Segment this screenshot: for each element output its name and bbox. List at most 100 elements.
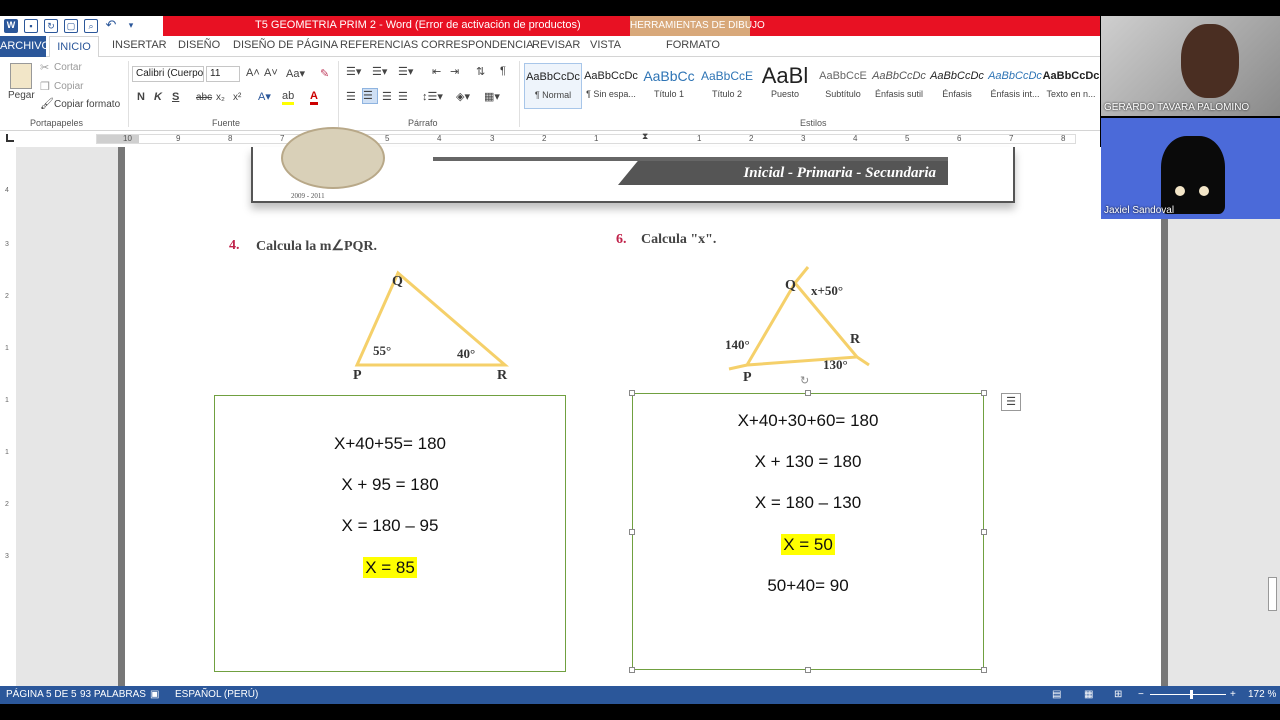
language-indicator[interactable]: ESPAÑOL (PERÚ): [175, 689, 258, 700]
tab-correspondencia[interactable]: CORRESPONDENCIA: [421, 39, 533, 51]
video-tile-participant-2[interactable]: Jaxiel Sandoval: [1101, 118, 1280, 219]
web-layout-icon[interactable]: ⊞: [1114, 689, 1122, 700]
strikethrough-button[interactable]: abc: [196, 92, 212, 103]
style-normal[interactable]: AaBbCcDc ¶ Normal: [524, 63, 582, 109]
style-puesto[interactable]: AaBl Puesto: [756, 63, 814, 109]
print-layout-icon[interactable]: ▦: [1084, 689, 1093, 700]
resize-handle[interactable]: [805, 390, 811, 396]
tab-diseno[interactable]: DISEÑO: [178, 39, 220, 51]
multilevel-list-icon[interactable]: ☰▾: [398, 65, 413, 78]
align-right-icon[interactable]: ☰: [382, 90, 392, 103]
paste-icon[interactable]: [10, 63, 32, 89]
resize-handle[interactable]: [629, 667, 635, 673]
sort-icon[interactable]: ⇅: [476, 65, 485, 78]
rotate-handle-icon[interactable]: ↻: [800, 374, 809, 387]
subscript-button[interactable]: x₂: [216, 92, 225, 103]
clear-formatting-icon[interactable]: ✎: [320, 67, 329, 80]
grow-font-icon[interactable]: A˄: [246, 67, 260, 79]
tab-insertar[interactable]: INSERTAR: [112, 39, 167, 51]
layout-options-icon[interactable]: ☰: [1001, 393, 1021, 411]
show-marks-icon[interactable]: ¶: [500, 65, 506, 77]
paste-button[interactable]: Pegar: [8, 90, 35, 101]
bullets-icon[interactable]: ☰▾: [346, 65, 361, 78]
proofing-icon[interactable]: ▣: [150, 689, 159, 700]
resize-handle[interactable]: [981, 667, 987, 673]
vertical-scrollbar-thumb[interactable]: [1268, 577, 1277, 611]
print-preview-icon[interactable]: ⌕: [84, 19, 98, 33]
video-tile-participant-1[interactable]: GERARDO TAVARA PALOMINO: [1101, 16, 1280, 116]
participant-video: [1181, 24, 1239, 98]
zoom-slider[interactable]: [1150, 694, 1226, 695]
word-count[interactable]: 93 PALABRAS: [80, 689, 146, 700]
tab-diseno-pagina[interactable]: DISEÑO DE PÁGINA: [233, 39, 338, 51]
shading-icon[interactable]: ◈▾: [456, 90, 470, 103]
style-texto-en-negrita[interactable]: AaBbCcDc Texto en n...: [1042, 63, 1100, 109]
shrink-font-icon[interactable]: A˅: [264, 67, 278, 79]
save-icon[interactable]: ▪: [24, 19, 38, 33]
new-document-icon[interactable]: ▢: [64, 19, 78, 33]
style-subtitulo[interactable]: AaBbCcE Subtítulo: [814, 63, 872, 109]
indent-marker-icon[interactable]: ⧗: [642, 131, 648, 142]
justify-icon[interactable]: ☰: [398, 90, 408, 103]
document-page[interactable]: 2009 - 2011 Inicial - Primaria - Secunda…: [118, 127, 1168, 686]
read-mode-icon[interactable]: ▤: [1052, 689, 1061, 700]
resize-handle[interactable]: [805, 667, 811, 673]
resize-handle[interactable]: [981, 390, 987, 396]
underline-button[interactable]: S: [172, 91, 179, 103]
page-count[interactable]: PÁGINA 5 DE 5: [6, 689, 77, 700]
highlighted-result: X = 50: [781, 534, 835, 555]
numbering-icon[interactable]: ☰▾: [372, 65, 387, 78]
highlighted-result: X = 85: [363, 557, 417, 578]
align-left-icon[interactable]: ☰: [346, 90, 356, 103]
italic-button[interactable]: K: [154, 91, 162, 103]
style-titulo-2[interactable]: AaBbCcE Título 2: [698, 63, 756, 109]
repeat-icon[interactable]: ↻: [44, 19, 58, 33]
superscript-button[interactable]: x²: [233, 92, 241, 103]
tab-vista[interactable]: VISTA: [590, 39, 621, 51]
horizontal-ruler[interactable]: 10 9 8 7 6 5 4 3 2 1 1 2 3 4 5 6 7 8 ⧗: [0, 131, 1100, 147]
align-center-icon[interactable]: ☰: [362, 88, 378, 104]
line-spacing-icon[interactable]: ↕☰▾: [422, 90, 443, 103]
format-painter-button[interactable]: Copiar formato: [54, 99, 120, 110]
resize-handle[interactable]: [629, 529, 635, 535]
zoom-out-icon[interactable]: −: [1138, 689, 1144, 700]
style-enfasis-intenso[interactable]: AaBbCcDc Énfasis int...: [986, 63, 1044, 109]
increase-indent-icon[interactable]: ⇥: [450, 65, 459, 78]
tab-formato[interactable]: FORMATO: [666, 39, 720, 51]
copy-button[interactable]: Copiar: [54, 81, 83, 92]
ruler-tick: 1: [5, 397, 9, 404]
borders-icon[interactable]: ▦▾: [484, 90, 500, 103]
zoom-in-icon[interactable]: +: [1230, 689, 1236, 700]
question-4-number: 4.: [229, 238, 240, 253]
tab-archivo[interactable]: ARCHIVO: [0, 36, 50, 57]
resize-handle[interactable]: [981, 529, 987, 535]
style-enfasis[interactable]: AaBbCcDc Énfasis: [928, 63, 986, 109]
undo-icon[interactable]: ↶: [104, 18, 118, 33]
ruler-tick: 8: [228, 134, 233, 143]
text-effects-icon[interactable]: A▾: [258, 90, 271, 103]
tab-referencias[interactable]: REFERENCIAS: [340, 39, 418, 51]
font-family-dropdown[interactable]: Calibri (Cuerpo: [132, 66, 204, 82]
zoom-level[interactable]: 172 %: [1248, 689, 1276, 700]
answer-box-q6[interactable]: X+40+30+60= 180 X + 130 = 180 X = 180 – …: [629, 375, 987, 673]
tab-selector-icon[interactable]: [6, 134, 14, 142]
change-case-icon[interactable]: Aa▾: [286, 67, 305, 80]
font-color-icon[interactable]: A: [310, 90, 318, 105]
highlight-icon[interactable]: ab: [282, 90, 295, 105]
ruler-tick: 7: [280, 134, 285, 143]
zoom-slider-thumb[interactable]: [1190, 690, 1193, 699]
customize-qat-icon[interactable]: ▾: [124, 19, 138, 33]
tab-inicio[interactable]: INICIO: [49, 36, 99, 58]
tab-revisar[interactable]: REVISAR: [532, 39, 580, 51]
font-size-dropdown[interactable]: 11: [206, 66, 240, 82]
ruler-tick: 10: [123, 134, 132, 143]
answer-box-q4[interactable]: X+40+55= 180 X + 95 = 180 X = 180 – 95 X…: [214, 395, 566, 672]
bold-button[interactable]: N: [137, 91, 145, 103]
style-titulo-1[interactable]: AaBbCc Título 1: [640, 63, 698, 109]
style-sin-espaciado[interactable]: AaBbCcDc ¶ Sin espa...: [582, 63, 640, 109]
style-enfasis-sutil[interactable]: AaBbCcDc Énfasis sutil: [870, 63, 928, 109]
resize-handle[interactable]: [629, 390, 635, 396]
decrease-indent-icon[interactable]: ⇤: [432, 65, 441, 78]
cut-button[interactable]: Cortar: [54, 62, 82, 73]
equation-line: X + 130 = 180: [633, 452, 983, 472]
